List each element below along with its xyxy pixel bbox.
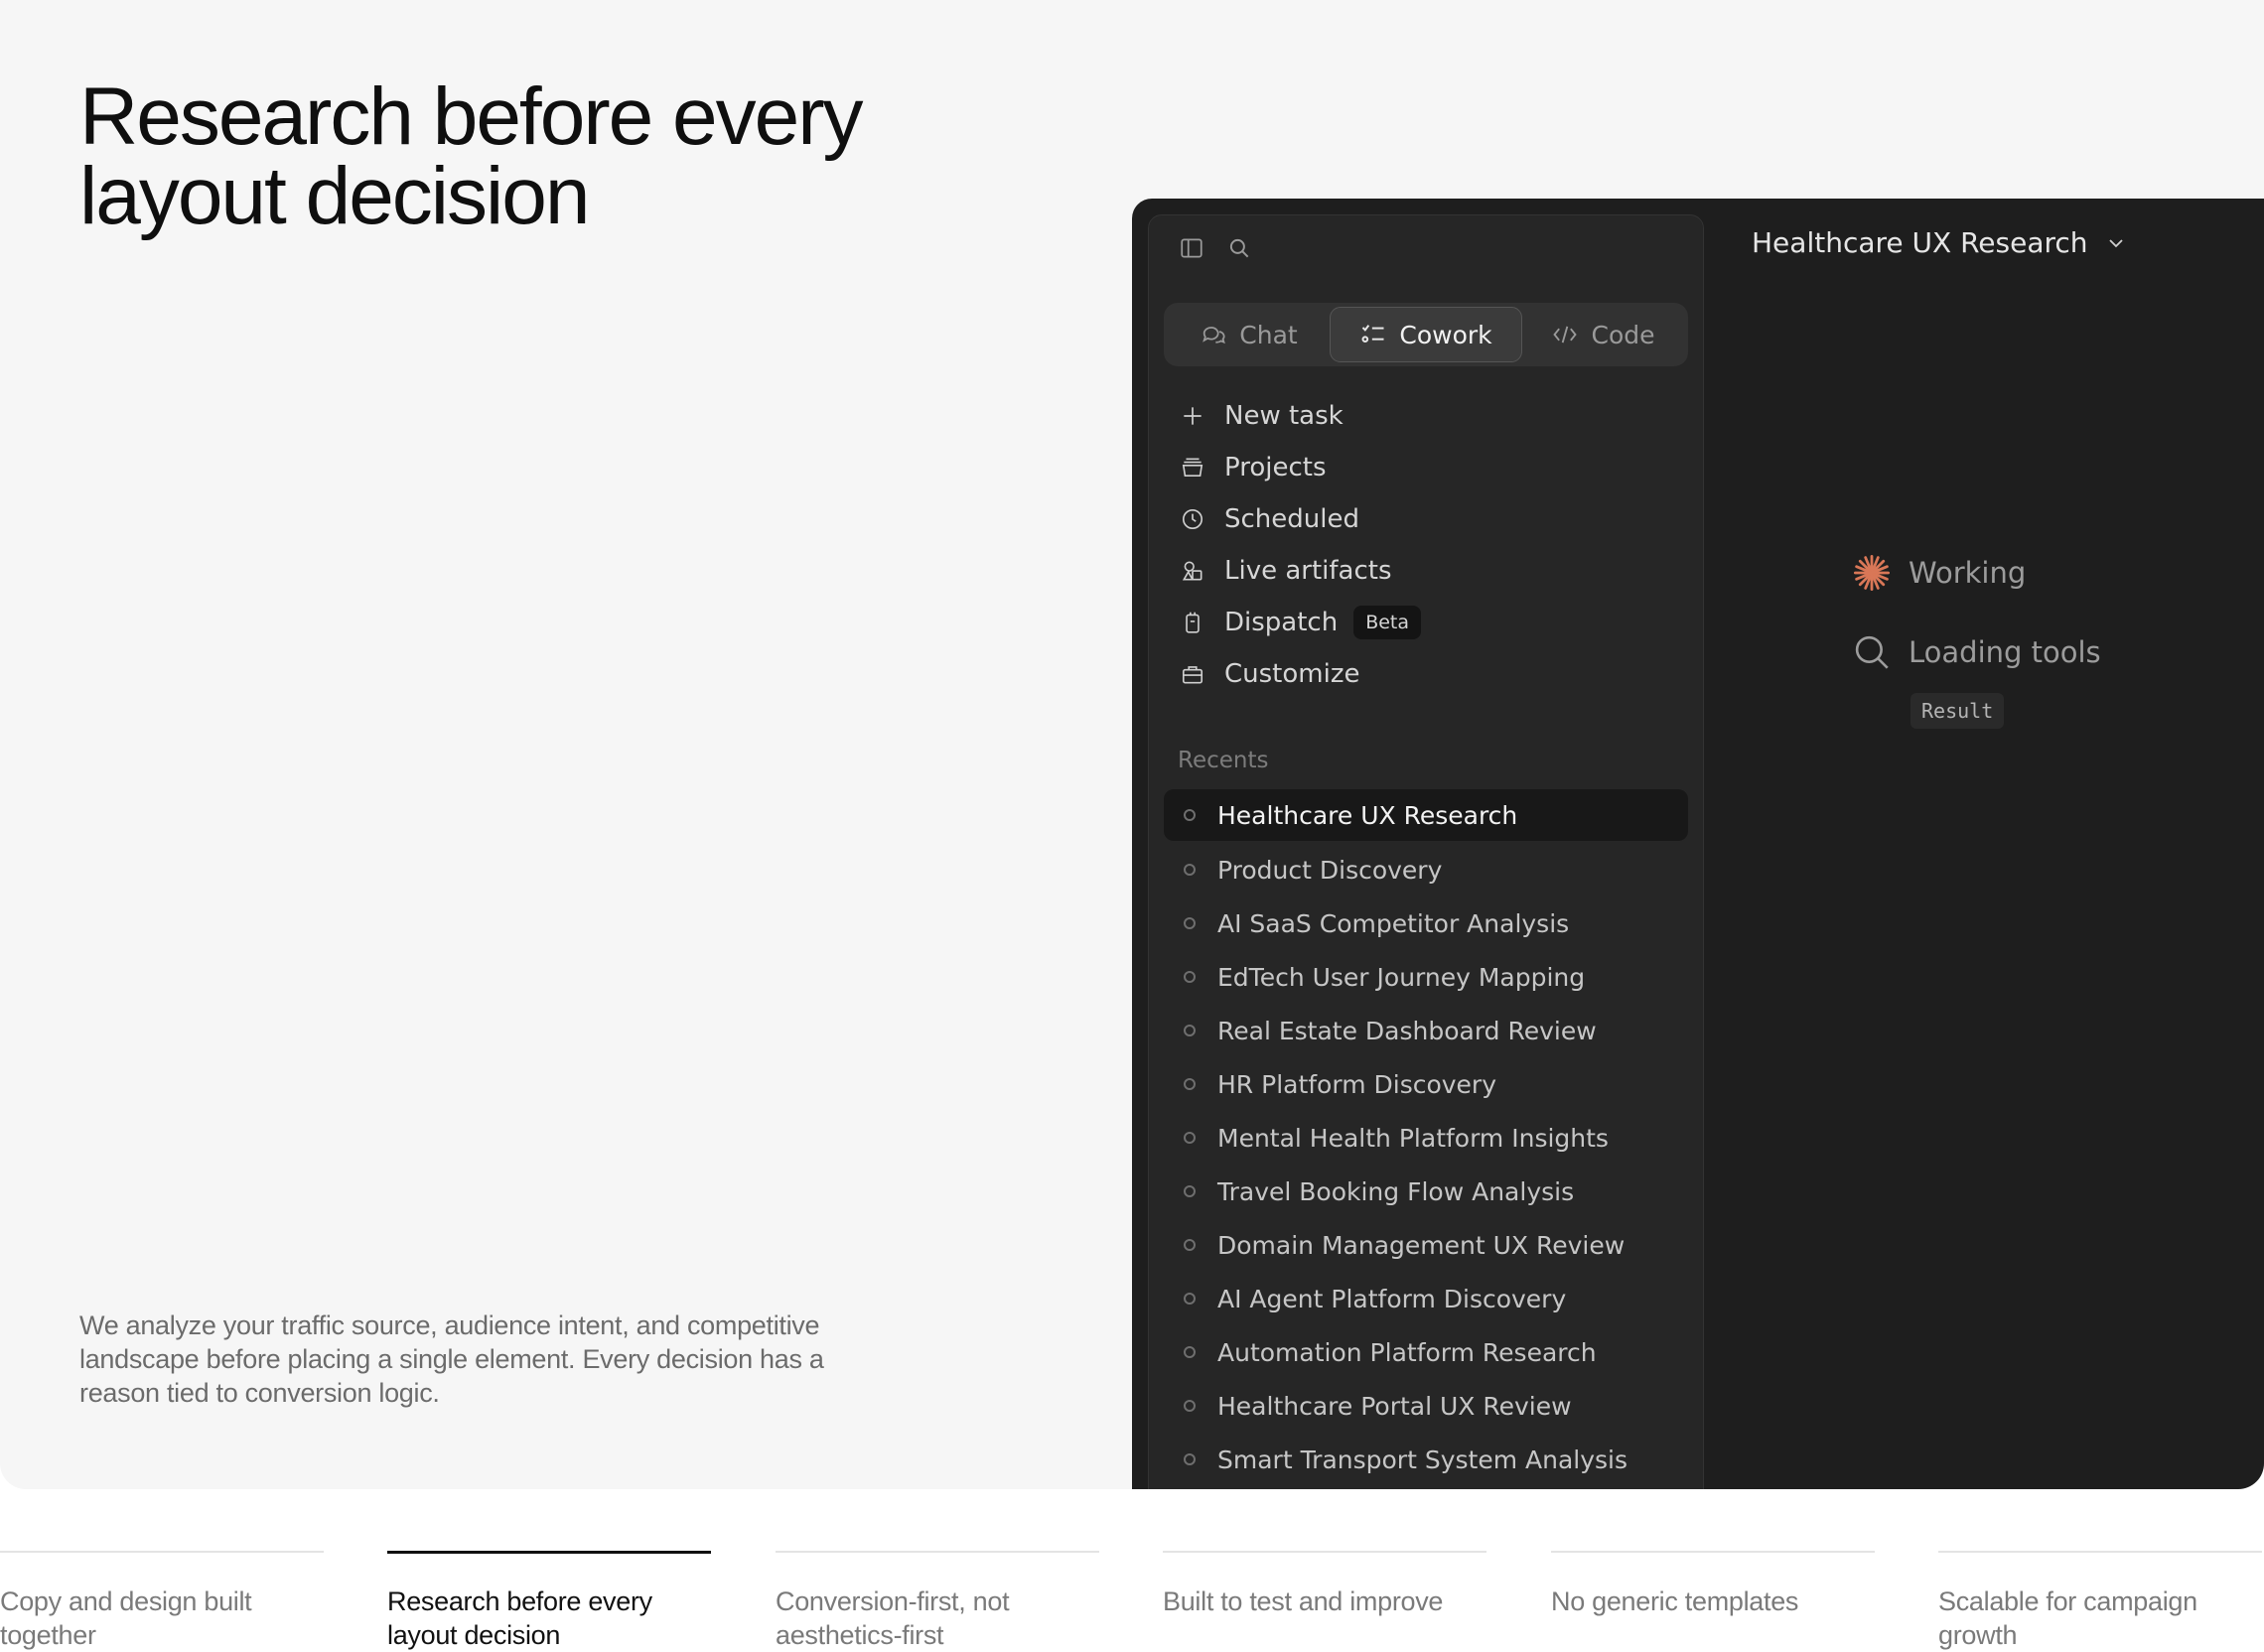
loading-label: Loading tools [1909,635,2101,669]
recent-item[interactable]: Domain Management UX Review [1164,1218,1688,1272]
feature-tab[interactable]: Built to test and improve [1163,1551,1486,1618]
plus-icon [1179,402,1206,430]
mode-code-button[interactable]: Code [1522,307,1684,362]
spark-icon [1851,552,1893,594]
nav-label: Scheduled [1224,504,1359,534]
recent-item[interactable]: Travel Booking Flow Analysis [1164,1165,1688,1218]
status-dot-icon [1184,1078,1196,1090]
beta-badge: Beta [1353,606,1422,639]
search-icon [1851,631,1893,673]
nav-label: Dispatch [1224,608,1339,637]
hero-headline: Research before every layout decision [79,71,864,241]
status-dot-icon [1184,1025,1196,1036]
recent-item-active[interactable]: Healthcare UX Research [1164,789,1688,841]
recent-label: Real Estate Dashboard Review [1217,1016,1597,1045]
app-window: Chat Cowork Code New task Projects Sched… [1132,199,2264,1489]
recent-label: AI Agent Platform Discovery [1217,1284,1567,1313]
shapes-icon [1179,557,1206,585]
clock-icon [1179,505,1206,533]
recents-list: Healthcare UX Research Product Discovery… [1164,789,1688,1486]
mode-label: Code [1591,320,1655,349]
chat-bubbles-icon [1200,321,1227,348]
recent-item[interactable]: Healthcare Portal UX Review [1164,1379,1688,1433]
recent-label: Domain Management UX Review [1217,1230,1626,1260]
recent-label: HR Platform Discovery [1217,1069,1497,1099]
conversation-title-dropdown[interactable]: Healthcare UX Research [1752,226,2128,259]
working-label: Working [1909,556,2027,590]
sidebar: Chat Cowork Code New task Projects Sched… [1148,214,1704,1489]
code-brackets-icon [1551,321,1579,348]
hero-description: We analyze your traffic source, audience… [79,1310,824,1408]
recent-item[interactable]: Product Discovery [1164,843,1688,896]
status-dot-icon [1184,917,1196,929]
conversation-title: Healthcare UX Research [1752,226,2088,259]
recent-label: Travel Booking Flow Analysis [1217,1176,1575,1206]
mode-cowork-button[interactable]: Cowork [1330,307,1522,362]
recent-label: EdTech User Journey Mapping [1217,962,1586,992]
briefcase-icon [1179,660,1206,688]
device-icon [1179,609,1206,636]
feature-tab[interactable]: Scalable for campaign growth [1938,1551,2262,1652]
recent-label: Smart Transport System Analysis [1217,1445,1628,1474]
nav-label: Live artifacts [1224,556,1392,586]
status-dot-icon [1184,971,1196,983]
status-dot-icon [1184,1293,1196,1305]
recent-item[interactable]: Smart Transport System Analysis [1164,1433,1688,1486]
nav-new-task[interactable]: New task [1164,390,1688,442]
recent-item[interactable]: AI SaaS Competitor Analysis [1164,896,1688,950]
mode-label: Cowork [1399,320,1492,349]
status-dot-icon [1184,1132,1196,1144]
feature-tab[interactable]: Conversion-first, not aesthetics-first [776,1551,1099,1652]
mode-chat-button[interactable]: Chat [1168,307,1330,362]
recent-label: Product Discovery [1217,855,1443,885]
nav-label: Customize [1224,659,1360,689]
feature-tab[interactable]: No generic templates [1551,1551,1875,1618]
recent-item[interactable]: Mental Health Platform Insights [1164,1111,1688,1165]
recent-item[interactable]: Real Estate Dashboard Review [1164,1004,1688,1057]
recent-label: Mental Health Platform Insights [1217,1123,1609,1153]
recent-item[interactable]: EdTech User Journey Mapping [1164,950,1688,1004]
nav-live-artifacts[interactable]: Live artifacts [1164,545,1688,597]
recent-item[interactable]: HR Platform Discovery [1164,1057,1688,1111]
feature-tab-active[interactable]: Research before every layout decision [387,1551,711,1652]
feature-tab[interactable]: Copy and design built together [0,1551,324,1652]
loading-status: Loading tools [1851,631,2101,673]
recent-label: Healthcare Portal UX Review [1217,1391,1572,1421]
status-dot-icon [1184,1239,1196,1251]
recents-heading: Recents [1178,748,1269,773]
mode-switcher: Chat Cowork Code [1164,303,1688,366]
nav-dispatch[interactable]: Dispatch Beta [1164,597,1688,648]
recent-label: AI SaaS Competitor Analysis [1217,908,1570,938]
nav-scheduled[interactable]: Scheduled [1164,493,1688,545]
recent-label: Automation Platform Research [1217,1337,1597,1367]
status-dot-icon [1184,1453,1196,1465]
working-status: Working [1851,552,2101,594]
result-chip[interactable]: Result [1910,693,2005,729]
folder-icon [1179,454,1206,482]
status-dot-icon [1184,1346,1196,1358]
recent-label: Healthcare UX Research [1217,800,1518,830]
chevron-down-icon [2104,231,2128,255]
task-status: Working Loading tools Result [1851,552,2101,729]
hero-section: Research before every layout decision We… [0,0,2264,1489]
status-dot-icon [1184,1400,1196,1412]
nav-projects[interactable]: Projects [1164,442,1688,493]
mode-label: Chat [1239,320,1298,349]
status-dot-icon [1184,1185,1196,1197]
feature-tabs: Copy and design built together Research … [0,1551,2264,1652]
task-list-icon [1359,321,1387,348]
sidebar-toolbar [1179,235,1252,261]
nav-customize[interactable]: Customize [1164,648,1688,700]
recent-item[interactable]: AI Agent Platform Discovery [1164,1272,1688,1325]
sidebar-toggle-icon[interactable] [1179,235,1204,261]
nav-label: Projects [1224,453,1327,482]
search-icon[interactable] [1226,235,1252,261]
sidebar-nav: New task Projects Scheduled Live artifac… [1164,390,1688,700]
nav-label: New task [1224,401,1344,431]
status-dot-icon [1184,809,1196,821]
recent-item[interactable]: Automation Platform Research [1164,1325,1688,1379]
status-dot-icon [1184,864,1196,876]
